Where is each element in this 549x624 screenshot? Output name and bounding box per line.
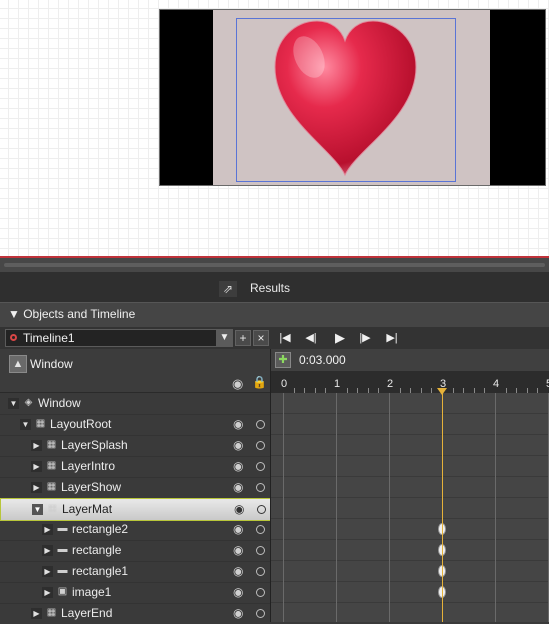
tree-item[interactable]: ▶ ▬ rectangle1 ◉ <box>0 561 270 583</box>
scope-header <box>0 349 270 393</box>
expand-icon[interactable]: ▶ <box>31 608 42 619</box>
lock-toggle-icon[interactable] <box>256 546 265 555</box>
panel-splitter[interactable] <box>0 258 549 272</box>
tree-item-label: LayerSplash <box>61 438 128 452</box>
element-type-icon: ▦ <box>46 439 57 450</box>
popout-icon[interactable]: ⇗ <box>219 281 237 297</box>
expand-icon[interactable]: ▶ <box>42 524 53 535</box>
tree-item-label: image1 <box>72 585 112 599</box>
lock-toggle-icon[interactable] <box>256 441 265 450</box>
expand-icon[interactable]: ▶ <box>42 587 53 598</box>
playhead-handle[interactable] <box>437 388 447 395</box>
next-frame-button[interactable]: |▶ <box>354 329 376 347</box>
lock-all-icon[interactable]: 🔒 <box>252 375 267 389</box>
tree-rows: ▼ ◈ Window ▼ ▦ LayoutRoot ◉ ▶ ▦ LayerSplash ◉ ▶ ▦ Lay… <box>0 393 270 622</box>
stage-area[interactable] <box>213 10 490 185</box>
visibility-eye-icon[interactable]: ◉ <box>233 438 243 452</box>
previous-frame-button[interactable]: ◀| <box>300 329 322 347</box>
time-readout[interactable]: 0:03.000 <box>299 353 346 367</box>
tree-item-label: rectangle <box>72 543 122 557</box>
element-type-icon: ▬ <box>57 523 68 534</box>
element-type-icon: ◈ <box>24 397 33 408</box>
lock-toggle-icon[interactable] <box>256 420 265 429</box>
visibility-eye-icon[interactable]: ◉ <box>233 522 243 536</box>
tree-item-label: LayerIntro <box>61 459 116 473</box>
tree-item-label: rectangle2 <box>72 522 129 536</box>
tree-item[interactable]: ▶ ▣ image1 ◉ <box>0 582 270 604</box>
play-button[interactable]: ▶ <box>329 329 351 347</box>
chevron-down-icon[interactable]: ▼ <box>216 329 233 347</box>
show-all-eye-icon[interactable]: ◉ <box>232 376 243 392</box>
lock-toggle-icon[interactable] <box>256 609 265 618</box>
tree-item-label: LayerEnd <box>61 606 113 620</box>
lock-toggle-icon[interactable] <box>256 567 265 576</box>
artboard[interactable] <box>159 9 546 186</box>
close-timeline-button[interactable]: × <box>253 330 269 346</box>
add-timeline-button[interactable]: + <box>235 330 251 346</box>
lock-toggle-icon[interactable] <box>256 462 265 471</box>
tree-item[interactable]: ▶ ▬ rectangle2 ◉ <box>0 519 270 541</box>
lock-toggle-icon[interactable] <box>256 588 265 597</box>
expand-icon[interactable]: ▶ <box>31 440 42 451</box>
visibility-eye-icon[interactable]: ◉ <box>233 543 243 557</box>
go-to-start-button[interactable]: |◀ <box>274 329 296 347</box>
tree-item[interactable]: ▶ ▦ LayerEnd ◉ <box>0 603 270 622</box>
record-icon[interactable] <box>10 334 17 341</box>
panel-title[interactable]: ▼ Objects and Timeline <box>8 307 135 321</box>
element-type-icon: ▬ <box>57 565 68 576</box>
element-type-icon: ▦ <box>46 460 57 471</box>
collapse-icon[interactable]: ▼ <box>32 504 43 515</box>
element-type-icon: ▦ <box>47 503 58 514</box>
collapse-icon[interactable]: ▼ <box>8 398 19 409</box>
tree-item-label: Window <box>38 396 81 410</box>
visibility-eye-icon[interactable]: ◉ <box>234 502 244 516</box>
visibility-eye-icon[interactable]: ◉ <box>233 417 243 431</box>
design-canvas[interactable] <box>0 0 549 258</box>
collapse-icon[interactable]: ▼ <box>20 419 31 430</box>
tree-item[interactable]: ▶ ▦ LayerSplash ◉ <box>0 435 270 457</box>
lock-toggle-icon[interactable] <box>256 483 265 492</box>
go-to-end-button[interactable]: ▶| <box>381 329 403 347</box>
tree-item[interactable]: ▶ ▦ LayerIntro ◉ <box>0 456 270 478</box>
visibility-eye-icon[interactable]: ◉ <box>233 564 243 578</box>
visibility-eye-icon[interactable]: ◉ <box>233 606 243 620</box>
tree-item-label: LayerMat <box>62 502 113 516</box>
lock-toggle-icon[interactable] <box>257 505 266 514</box>
lock-toggle-icon[interactable] <box>256 525 265 534</box>
timeline-name: Timeline1 <box>23 331 75 345</box>
selection-bounds <box>236 18 456 182</box>
visibility-eye-icon[interactable]: ◉ <box>233 585 243 599</box>
element-type-icon: ▦ <box>35 418 46 429</box>
tree-item[interactable]: ▼ ▦ LayerMat ◉ <box>0 498 270 521</box>
time-ruler[interactable] <box>271 371 549 393</box>
expand-icon[interactable]: ▶ <box>42 566 53 577</box>
tree-item[interactable]: ▼ ▦ LayoutRoot ◉ <box>0 414 270 436</box>
tree-item-label: rectangle1 <box>72 564 129 578</box>
element-type-icon: ▦ <box>46 481 57 492</box>
visibility-eye-icon[interactable]: ◉ <box>233 480 243 494</box>
record-keyframe-button[interactable]: ✚ <box>275 352 291 368</box>
expand-icon[interactable]: ▶ <box>31 461 42 472</box>
tree-item[interactable]: ▶ ▬ rectangle ◉ <box>0 540 270 562</box>
element-type-icon: ▬ <box>57 544 68 555</box>
expand-icon[interactable]: ▶ <box>42 545 53 556</box>
tree-item[interactable]: ▼ ◈ Window <box>0 393 270 415</box>
element-type-icon: ▦ <box>46 607 57 618</box>
tree-item-label: LayerShow <box>61 480 122 494</box>
tree-item-label: LayoutRoot <box>50 417 112 431</box>
playhead[interactable] <box>442 390 443 622</box>
scope-up-icon[interactable]: ▲ <box>9 355 27 373</box>
tree-item[interactable]: ▶ ▦ LayerShow ◉ <box>0 477 270 499</box>
expand-icon[interactable]: ▶ <box>31 482 42 493</box>
visibility-eye-icon[interactable]: ◉ <box>233 459 243 473</box>
scope-label: Window <box>30 357 73 371</box>
element-type-icon: ▣ <box>57 586 68 597</box>
results-tab[interactable]: Results <box>244 278 304 298</box>
